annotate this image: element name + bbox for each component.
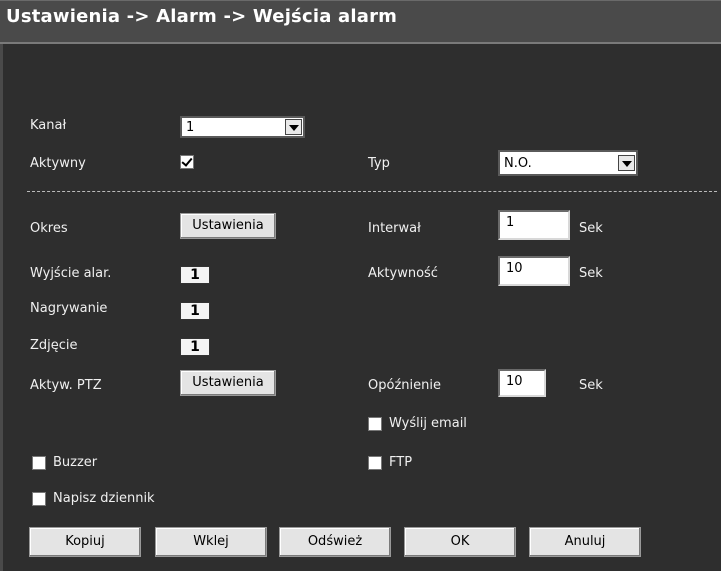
buzzer-label: Buzzer xyxy=(53,455,98,470)
typ-select[interactable]: N.O. xyxy=(498,150,638,176)
wyjscie-label: Wyjście alar. xyxy=(30,266,112,281)
zdjecie-channel-button[interactable]: 1 xyxy=(180,338,210,356)
odswiez-button[interactable]: Odśwież xyxy=(279,527,391,557)
title-bar-highlight xyxy=(0,0,721,1)
kanal-select-value: 1 xyxy=(186,120,195,135)
buzzer-checkbox[interactable] xyxy=(32,456,46,470)
wklej-button[interactable]: Wklej xyxy=(155,527,267,557)
chevron-down-icon[interactable] xyxy=(618,155,635,171)
kanal-select[interactable]: 1 xyxy=(180,116,305,138)
opoznienie-input-value: 10 xyxy=(506,374,523,389)
email-checkbox[interactable] xyxy=(368,417,382,431)
anuluj-button[interactable]: Anuluj xyxy=(529,527,641,557)
aktywnosc-unit: Sek xyxy=(579,266,603,281)
email-label: Wyślij email xyxy=(389,416,467,431)
aktywny-checkbox[interactable] xyxy=(180,155,194,169)
dziennik-label: Napisz dziennik xyxy=(53,491,155,506)
title-bar: Ustawienia -> Alarm -> Wejścia alarm xyxy=(0,0,721,44)
ptz-label: Aktyw. PTZ xyxy=(30,378,102,393)
interwal-input[interactable]: 1 xyxy=(498,210,570,240)
aktywny-label: Aktywny xyxy=(30,156,86,171)
aktywnosc-input-value: 10 xyxy=(506,261,523,276)
nagrywanie-channel-button[interactable]: 1 xyxy=(180,302,210,320)
ptz-settings-button[interactable]: Ustawienia xyxy=(180,370,276,396)
aktywnosc-label: Aktywność xyxy=(368,266,438,281)
zdjecie-label: Zdjęcie xyxy=(30,338,78,353)
typ-select-value: N.O. xyxy=(504,156,532,171)
opoznienie-input[interactable]: 10 xyxy=(498,369,546,397)
kopiuj-button[interactable]: Kopiuj xyxy=(29,527,141,557)
okres-label: Okres xyxy=(30,221,68,236)
page-title: Ustawienia -> Alarm -> Wejścia alarm xyxy=(6,6,398,27)
dziennik-checkbox[interactable] xyxy=(32,492,46,506)
section-divider xyxy=(27,191,717,192)
interwal-label: Interwał xyxy=(368,221,421,236)
ok-button[interactable]: OK xyxy=(404,527,516,557)
interwal-unit: Sek xyxy=(579,221,603,236)
nagrywanie-label: Nagrywanie xyxy=(30,301,108,316)
opoznienie-label: Opóźnienie xyxy=(368,378,441,393)
settings-window: Ustawienia -> Alarm -> Wejścia alarm Kan… xyxy=(0,0,721,571)
typ-label: Typ xyxy=(368,156,390,171)
wyjscie-channel-button[interactable]: 1 xyxy=(180,266,210,284)
kanal-label: Kanał xyxy=(30,118,67,133)
opoznienie-unit: Sek xyxy=(579,378,603,393)
okres-settings-button[interactable]: Ustawienia xyxy=(180,213,276,239)
chevron-down-icon[interactable] xyxy=(285,119,302,135)
ftp-checkbox[interactable] xyxy=(368,456,382,470)
aktywnosc-input[interactable]: 10 xyxy=(498,256,570,286)
interwal-input-value: 1 xyxy=(506,215,515,230)
ftp-label: FTP xyxy=(389,455,413,470)
